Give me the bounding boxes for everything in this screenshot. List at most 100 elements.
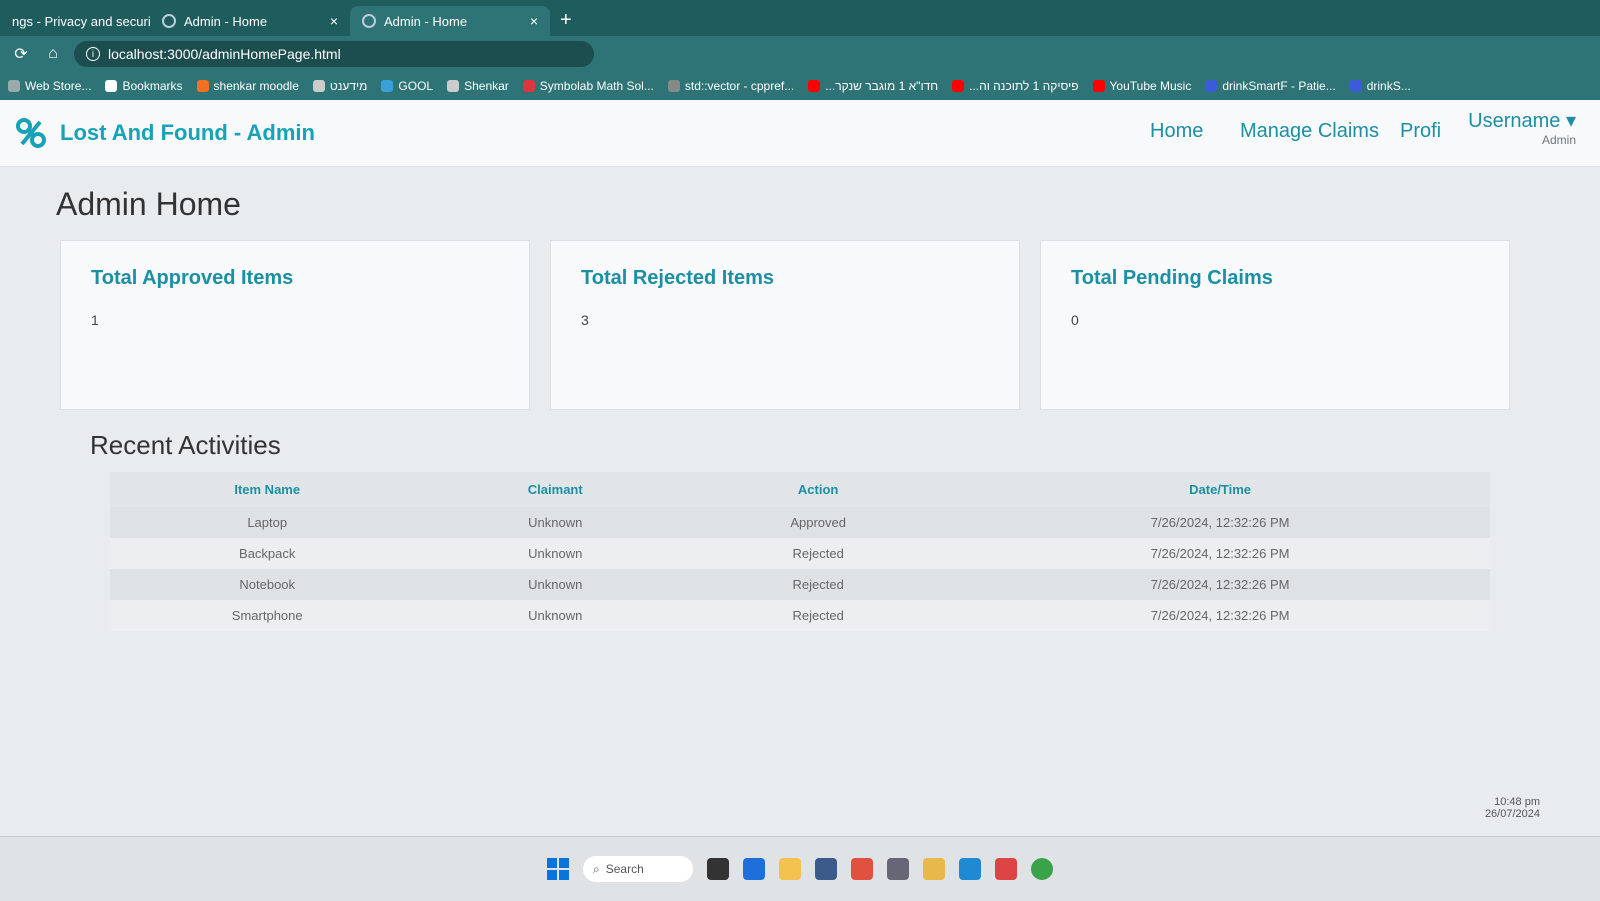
cpp-icon	[667, 80, 680, 92]
nav-home[interactable]: Home	[1150, 120, 1203, 143]
clock-time: 10:48 pm	[1494, 796, 1540, 808]
bookmark-label: Bookmarks	[122, 79, 183, 93]
card-title: Total Pending Claims	[1071, 267, 1273, 289]
home-icon[interactable]: ⌂	[42, 45, 64, 63]
table-header-row: Item Name Claimant Action Date/Time	[110, 472, 1490, 507]
tab-admin-home[interactable]: Admin - Home ×	[150, 6, 350, 36]
logo-icon	[16, 118, 46, 148]
new-tab-button[interactable]: +	[550, 9, 582, 32]
cell-action: Approved	[686, 507, 951, 538]
brave-icon[interactable]	[851, 858, 873, 880]
youtube-icon	[808, 80, 821, 92]
gool-icon	[381, 80, 394, 92]
cell-action: Rejected	[686, 600, 951, 631]
bookmarks-bar: Web Store... Bookmarks shenkar moodle מידענ…	[0, 72, 1600, 100]
mail-icon[interactable]	[743, 858, 765, 880]
card-value: 0	[1071, 312, 1079, 328]
store-icon	[8, 80, 20, 92]
bookmark-label: drinkS...	[1366, 79, 1411, 93]
windows-start-icon[interactable]	[547, 858, 569, 880]
address-bar[interactable]: i localhost:3000/adminHomePage.html	[74, 41, 594, 67]
globe-icon	[312, 80, 325, 92]
bookmark-item[interactable]: YouTube Music	[1092, 79, 1192, 93]
cell-claimant: Unknown	[424, 600, 687, 631]
bookmark-item[interactable]: Symbolab Math Sol...	[522, 79, 654, 93]
bookmark-label: YouTube Music	[1109, 79, 1192, 93]
bookmark-label: shenkar moodle	[213, 79, 299, 93]
nav-manage-claims[interactable]: Manage Claims	[1240, 120, 1379, 143]
bookmark-item[interactable]: מידענט	[312, 79, 368, 93]
admin-page: Lost And Found - Admin Home Manage Claim…	[0, 100, 1600, 900]
cell-claimant: Unknown	[424, 507, 687, 538]
taskbar-search[interactable]: ⌕ Search	[583, 856, 693, 882]
header-item-name: Item Name	[110, 472, 425, 507]
moodle-icon	[196, 80, 209, 92]
reload-icon[interactable]: ⟳	[10, 44, 32, 64]
table-row: Backpack Unknown Rejected 7/26/2024, 12:…	[110, 538, 1490, 569]
globe-icon	[447, 80, 460, 92]
user-menu[interactable]: Username ▾ Admin	[1468, 108, 1576, 147]
search-icon: ⌕	[593, 861, 600, 876]
globe-icon	[362, 14, 376, 28]
symbolab-icon	[522, 80, 535, 92]
brand-title: Lost And Found - Admin	[60, 120, 315, 145]
cell-action: Rejected	[686, 569, 951, 600]
close-tab-icon[interactable]: ×	[530, 13, 538, 29]
cell-item: Smartphone	[110, 600, 425, 631]
cell-item: Backpack	[110, 538, 425, 569]
info-icon[interactable]: i	[86, 47, 100, 61]
cell-action: Rejected	[686, 538, 951, 569]
card-value: 3	[581, 312, 589, 328]
cell-datetime: 7/26/2024, 12:32:26 PM	[950, 600, 1490, 631]
bookmark-item[interactable]: Bookmarks	[105, 79, 183, 93]
bookmark-label: Shenkar	[464, 79, 509, 93]
cell-datetime: 7/26/2024, 12:32:26 PM	[950, 507, 1490, 538]
snipping-tool-icon[interactable]	[995, 858, 1017, 880]
star-icon	[105, 80, 118, 92]
bookmark-label: מידענט	[329, 79, 368, 93]
bookmark-label: std::vector - cppref...	[684, 79, 795, 93]
url-text: localhost:3000/adminHomePage.html	[108, 46, 341, 62]
bookmark-item[interactable]: drinkS...	[1349, 79, 1411, 93]
system-clock[interactable]: 10:48 pm 26/07/2024	[1485, 796, 1540, 820]
settings-icon[interactable]	[887, 858, 909, 880]
user-role: Admin	[1541, 133, 1576, 147]
bookmark-item[interactable]: shenkar moodle	[196, 79, 299, 93]
tab-strip: ngs - Privacy and security × Admin - Hom…	[0, 0, 1600, 36]
cell-claimant: Unknown	[424, 538, 687, 569]
bookmark-item[interactable]: ...פיסיקה 1 לתוכנה וה	[952, 79, 1079, 93]
header-action: Action	[686, 472, 951, 507]
app-icon[interactable]	[815, 858, 837, 880]
tab-privacy[interactable]: ngs - Privacy and security ×	[0, 6, 150, 36]
folder-icon[interactable]	[779, 858, 801, 880]
bookmark-item[interactable]: GOOL	[381, 79, 433, 93]
search-label: Search	[605, 862, 644, 876]
task-view-icon[interactable]	[707, 858, 729, 880]
bookmark-item[interactable]: drinkSmartF - Patie...	[1205, 79, 1336, 93]
page-title: Admin Home	[56, 186, 241, 222]
username: Username ▾	[1468, 110, 1576, 132]
header-claimant: Claimant	[424, 472, 687, 507]
close-tab-icon[interactable]: ×	[330, 13, 338, 29]
brand[interactable]: Lost And Found - Admin	[14, 116, 315, 150]
address-bar-row: ⟳ ⌂ i localhost:3000/adminHomePage.html	[0, 36, 1600, 72]
tab-label: Admin - Home	[184, 13, 268, 29]
youtube-icon	[952, 80, 965, 92]
table-row: Smartphone Unknown Rejected 7/26/2024, 1…	[110, 600, 1490, 631]
cell-item: Notebook	[110, 569, 425, 600]
vscode-icon[interactable]	[959, 858, 981, 880]
chrome-icon[interactable]	[1031, 858, 1053, 880]
card-pending: Total Pending Claims 0	[1040, 240, 1510, 410]
m-icon	[1205, 80, 1218, 92]
bookmark-item[interactable]: Web Store...	[8, 79, 91, 93]
bookmark-item[interactable]: Shenkar	[447, 79, 509, 93]
file-explorer-icon[interactable]	[923, 858, 945, 880]
m-icon	[1349, 80, 1362, 92]
bookmark-item[interactable]: ...חדו"א 1 מוגבר שנקר	[808, 79, 938, 93]
nav-profile[interactable]: Profi	[1400, 120, 1441, 143]
bookmark-label: ...חדו"א 1 מוגבר שנקר	[825, 79, 939, 93]
navbar: Lost And Found - Admin Home Manage Claim…	[0, 100, 1600, 167]
tab-admin-home-active[interactable]: Admin - Home ×	[350, 6, 550, 36]
tab-label: ngs - Privacy and security	[12, 13, 150, 29]
bookmark-item[interactable]: std::vector - cppref...	[667, 79, 795, 93]
